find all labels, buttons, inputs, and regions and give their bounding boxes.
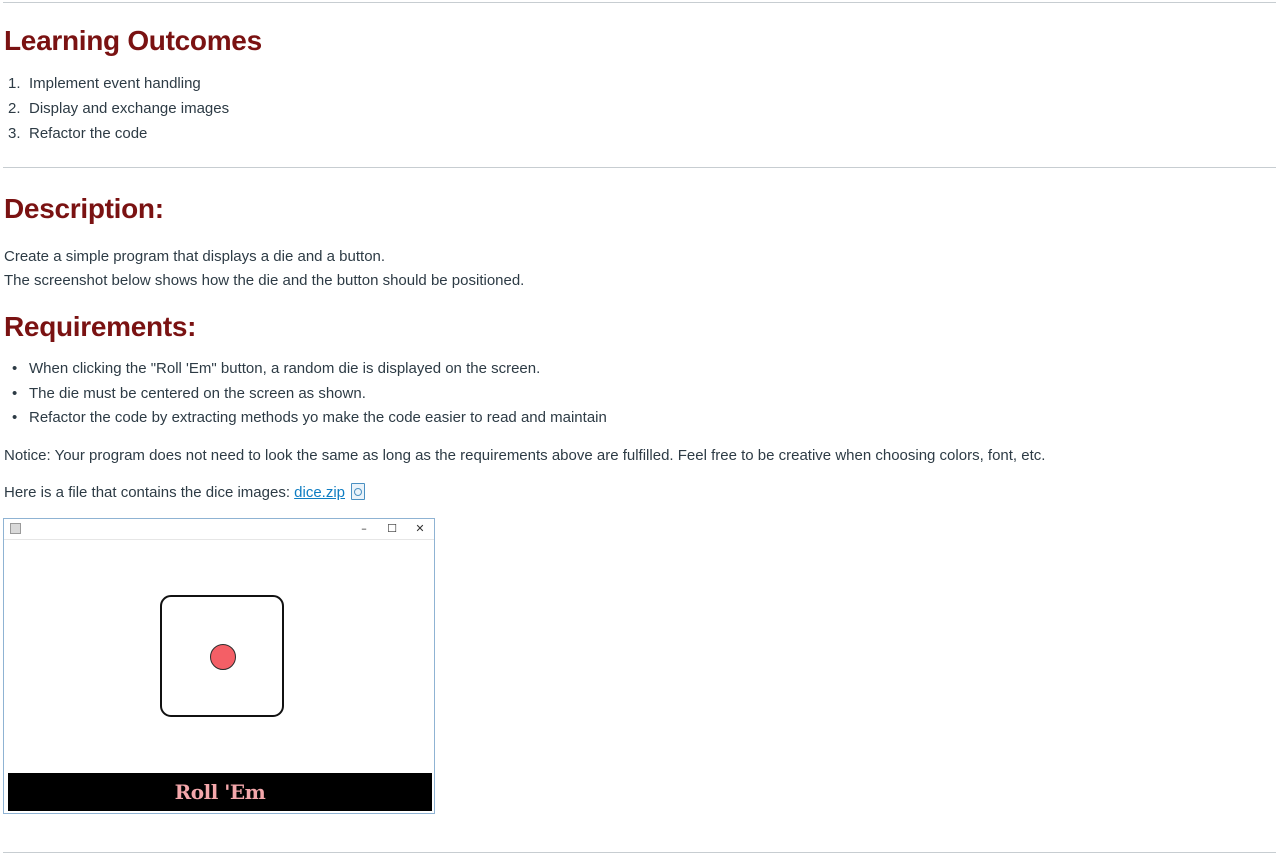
- list-item-text: Refactor the code by extracting methods …: [29, 409, 607, 426]
- requirements-heading: Requirements:: [4, 311, 197, 342]
- list-item: 1. Implement event handling: [8, 71, 229, 96]
- bullet-icon: •: [12, 384, 18, 402]
- list-item-text: Display and exchange images: [29, 100, 230, 117]
- list-number: 2.: [8, 100, 21, 117]
- list-item-text: Refactor the code: [29, 125, 148, 142]
- list-item: • Refactor the code by extracting methods…: [12, 406, 607, 431]
- bullet-icon: •: [12, 409, 18, 426]
- window-titlebar: – ☐ ✕: [4, 519, 434, 540]
- description-line: The screenshot below shows how the die a…: [4, 272, 525, 289]
- file-line: Here is a file that contains the dice im…: [4, 481, 366, 505]
- document-preview-icon[interactable]: [351, 483, 366, 500]
- list-item-text: Implement event handling: [29, 75, 201, 92]
- dice-zip-link[interactable]: dice.zip: [294, 484, 345, 501]
- section-divider: [3, 167, 1276, 168]
- description-line: Create a simple program that displays a …: [4, 248, 386, 265]
- window-content: [7, 541, 432, 773]
- list-item-text: When clicking the "Roll 'Em" button, a r…: [29, 360, 541, 377]
- top-divider: [3, 2, 1276, 3]
- list-number: 3.: [8, 125, 21, 142]
- file-line-prefix: Here is a file that contains the dice im…: [4, 484, 295, 501]
- bottom-divider: [3, 852, 1276, 853]
- description-heading: Description:: [4, 193, 164, 224]
- bullet-icon: •: [12, 360, 18, 377]
- requirements-list: • When clicking the "Roll 'Em" button, a …: [12, 357, 607, 431]
- list-item: • When clicking the "Roll 'Em" button, a …: [12, 357, 607, 382]
- list-item-text: The die must be centered on the screen a…: [29, 384, 366, 402]
- list-number: 1.: [8, 75, 21, 92]
- die-image: [160, 595, 284, 717]
- list-item: 2. Display and exchange images: [8, 96, 229, 121]
- learning-outcomes-list: 1. Implement event handling 2. Display and…: [8, 71, 229, 146]
- roll-em-button[interactable]: Roll 'Em: [8, 773, 432, 811]
- list-item: • The die must be centered on the screen …: [12, 382, 607, 407]
- close-icon[interactable]: ✕: [410, 521, 430, 537]
- java-app-icon: [10, 523, 21, 534]
- notice-text: Notice: Your program does not need to lo…: [4, 447, 1046, 464]
- maximize-icon[interactable]: ☐: [382, 521, 402, 537]
- list-item: 3. Refactor the code: [8, 121, 229, 146]
- minimize-icon[interactable]: –: [354, 521, 374, 537]
- learning-outcomes-heading: Learning Outcomes: [4, 25, 262, 56]
- app-window-screenshot: – ☐ ✕ Roll 'Em: [3, 518, 435, 814]
- die-pip: [210, 644, 236, 670]
